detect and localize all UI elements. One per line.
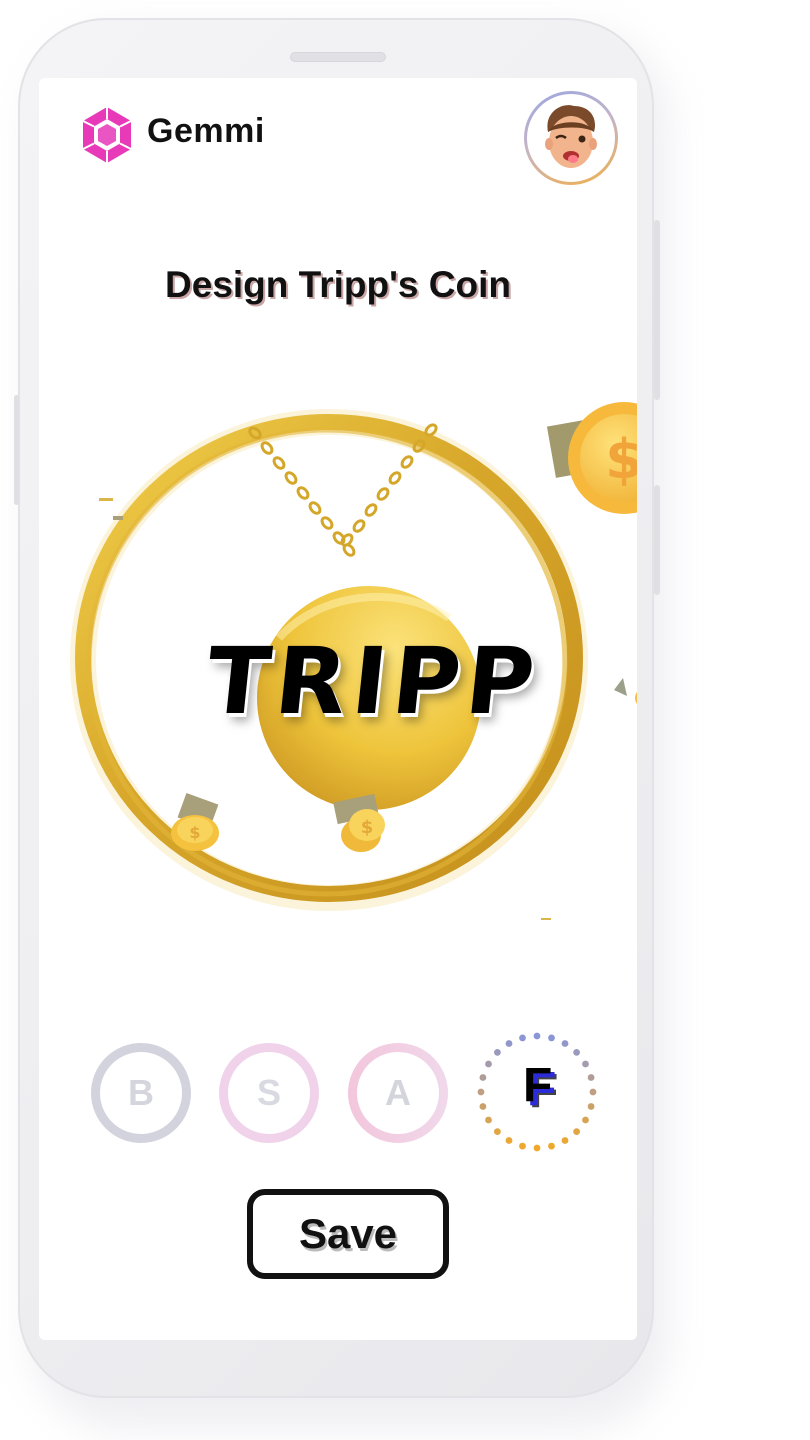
ring-dot xyxy=(505,1137,513,1144)
ring-dot xyxy=(573,1128,580,1135)
ring-dot xyxy=(533,1144,541,1152)
gem-hexagon-icon[interactable] xyxy=(80,105,134,165)
page-title: Design Tripp's Coin xyxy=(165,264,511,305)
save-button[interactable]: Save xyxy=(247,1189,449,1279)
ring-dot xyxy=(587,1074,595,1081)
ring-dot xyxy=(479,1074,487,1081)
tier-label: F xyxy=(523,1059,553,1112)
volume-button xyxy=(14,395,19,505)
ring-dot xyxy=(582,1060,589,1068)
ring-dot xyxy=(494,1128,501,1135)
side-button-lower xyxy=(654,485,660,595)
ring-dot xyxy=(485,1116,492,1124)
tier-option-b[interactable]: B xyxy=(91,1043,191,1143)
ring-dot xyxy=(561,1040,569,1047)
ring-dot xyxy=(519,1142,526,1150)
side-button-upper xyxy=(654,220,660,400)
ring-dot xyxy=(533,1032,541,1040)
svg-text:$: $ xyxy=(189,823,200,842)
phone-speaker xyxy=(290,52,386,62)
ring-dot xyxy=(573,1049,580,1056)
svg-text:$: $ xyxy=(361,817,374,838)
tier-label: B xyxy=(128,1072,154,1113)
tier-label: S xyxy=(256,1072,281,1113)
coin-name-text: TRIPP xyxy=(201,628,546,735)
tier-option-a[interactable]: A xyxy=(348,1043,448,1143)
ring-dot xyxy=(479,1103,487,1110)
ring-dot xyxy=(587,1103,595,1110)
memoji-avatar-icon xyxy=(545,105,597,168)
ring-dot xyxy=(548,1142,555,1150)
avatar[interactable] xyxy=(524,91,618,185)
app-screen: Gemmi Design Tripp's Coin $ $ $ TRIPP B … xyxy=(39,78,637,1340)
svg-text:$: $ xyxy=(605,428,637,491)
ring-dot xyxy=(477,1088,485,1096)
ring-dot xyxy=(505,1040,513,1047)
ring-dot xyxy=(561,1137,569,1144)
ring-dot xyxy=(582,1116,589,1124)
brand-name: Gemmi xyxy=(147,112,265,150)
ring-dot xyxy=(494,1049,501,1056)
tier-option-f[interactable]: F xyxy=(475,1030,599,1154)
tier-option-s[interactable]: S xyxy=(219,1043,319,1143)
tier-selector: B S A F xyxy=(39,1032,637,1152)
ring-dot xyxy=(485,1060,492,1068)
save-button-label: Save xyxy=(298,1210,398,1257)
ring-dot xyxy=(548,1034,555,1042)
ring-dot xyxy=(519,1034,526,1042)
ring-dot xyxy=(589,1088,597,1096)
coin-preview: $ $ $ TRIPP xyxy=(69,378,637,938)
tier-label: A xyxy=(385,1072,411,1113)
